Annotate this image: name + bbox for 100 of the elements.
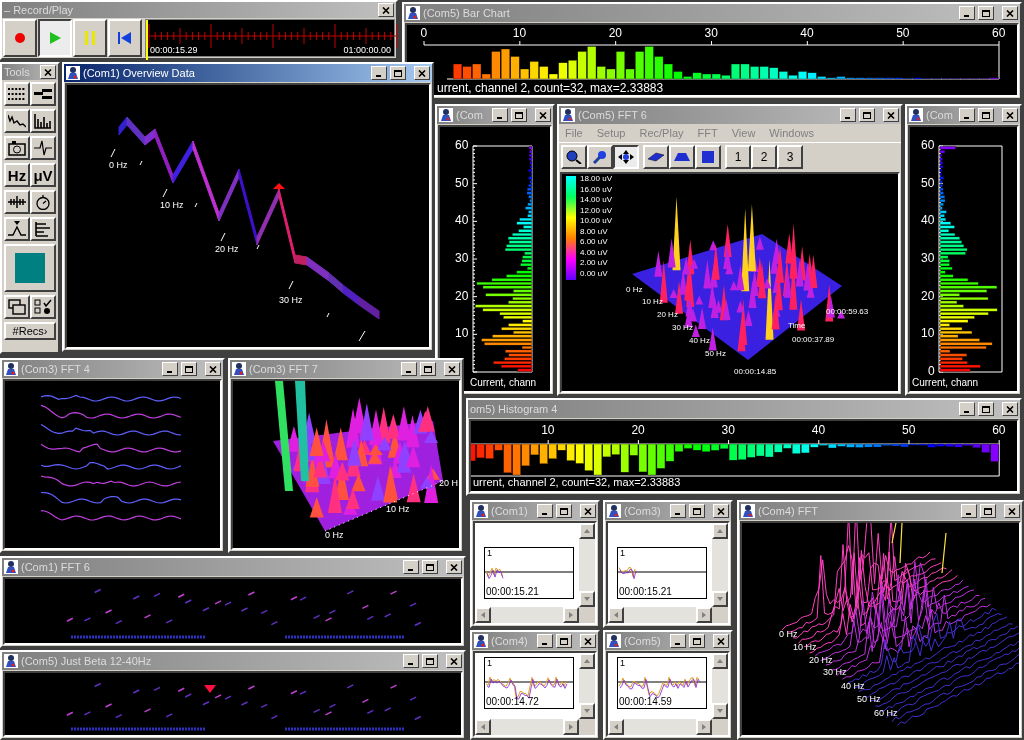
tool-button[interactable] [30,136,56,160]
maximize-button[interactable] [181,362,197,376]
maximize-button[interactable] [978,108,994,122]
title-bar[interactable]: om5) Histogram 4 [468,400,1020,418]
close-button[interactable] [713,634,729,648]
menu-item[interactable]: FFT [697,127,718,139]
title-bar[interactable]: (Com3) FFT 4 [2,360,223,378]
minimize-button[interactable] [162,362,178,376]
scroll-right-button[interactable] [696,607,712,623]
unit-button[interactable]: Hz [4,163,30,187]
scroll-left-button[interactable] [475,719,491,735]
maximize-button[interactable] [859,108,875,122]
minimize-button[interactable] [403,654,419,668]
minimize-button[interactable] [959,6,975,20]
menu-item[interactable]: Setup [596,127,626,139]
scroll-down-button[interactable] [579,591,595,607]
minimize-button[interactable] [670,634,686,648]
maximize-button[interactable] [422,560,438,574]
tool-button[interactable] [4,136,30,160]
tool-button[interactable] [4,82,30,106]
maximize-button[interactable] [420,362,436,376]
minimize-button[interactable] [403,560,419,574]
title-bar[interactable]: (Com3) FFT 7 [230,360,462,378]
close-button[interactable] [378,3,394,17]
scroll-down-button[interactable] [712,591,728,607]
close-button[interactable] [580,634,596,648]
scroll-up-button[interactable] [579,653,595,669]
minimize-button[interactable] [670,504,686,518]
maximize-button[interactable] [422,654,438,668]
scroll-up-button[interactable] [579,523,595,539]
scroll-down-button[interactable] [579,703,595,719]
scroll-up-button[interactable] [712,523,728,539]
title-bar[interactable]: (Com1) FFT 6 [2,558,464,576]
scroll-left-button[interactable] [608,719,624,735]
horizontal-scrollbar[interactable] [475,719,579,735]
close-button[interactable] [535,108,551,122]
close-button[interactable] [713,504,729,518]
close-button[interactable] [40,65,56,79]
close-button[interactable] [205,362,221,376]
scroll-left-button[interactable] [475,607,491,623]
play-button[interactable] [38,19,72,57]
title-bar[interactable]: (Com [907,106,1020,124]
tool-button[interactable] [4,217,30,241]
close-button[interactable] [414,66,430,80]
title-bar[interactable]: (Com5) Bar Chart [404,4,1020,22]
tool-button[interactable] [4,109,30,133]
vertical-scrollbar[interactable] [712,653,728,719]
view-tool-button[interactable] [613,145,639,169]
tool-button[interactable] [30,109,56,133]
maximize-button[interactable] [978,402,994,416]
close-button[interactable] [444,362,460,376]
rewind-button[interactable] [108,19,142,57]
horizontal-scrollbar[interactable] [608,719,712,735]
maximize-button[interactable] [390,66,406,80]
record-button[interactable] [3,19,37,57]
maximize-button[interactable] [689,634,705,648]
menu-item[interactable]: Windows [769,127,814,139]
close-button[interactable] [1002,6,1018,20]
title-bar[interactable]: (Com1) [472,502,598,520]
close-button[interactable] [580,504,596,518]
close-button[interactable] [1004,504,1020,518]
title-bar[interactable]: (Com3) [605,502,731,520]
page-button[interactable]: 3 [777,145,803,169]
scroll-left-button[interactable] [608,607,624,623]
tool-button[interactable] [4,190,30,214]
vertical-scrollbar[interactable] [579,653,595,719]
horizontal-scrollbar[interactable] [475,607,579,623]
minimize-button[interactable] [840,108,856,122]
scroll-up-button[interactable] [712,653,728,669]
menu-item[interactable]: Rec/Play [639,127,684,139]
maximize-button[interactable] [980,504,996,518]
title-bar[interactable]: Tools [2,64,58,80]
color-button[interactable] [4,244,56,292]
page-button[interactable]: 1 [725,145,751,169]
title-bar[interactable]: (Com5) FFT 6 [559,106,901,124]
maximize-button[interactable] [689,504,705,518]
tool-button[interactable] [4,295,30,319]
minimize-button[interactable] [492,108,508,122]
title-bar[interactable]: (Com5) [605,632,731,650]
title-bar[interactable]: (Com5) Just Beta 12-40Hz [2,652,464,670]
close-button[interactable] [1002,402,1018,416]
minimize-button[interactable] [371,66,387,80]
minimize-button[interactable] [401,362,417,376]
scroll-right-button[interactable] [696,719,712,735]
menu-item[interactable]: File [565,127,583,139]
scroll-right-button[interactable] [563,607,579,623]
maximize-button[interactable] [978,6,994,20]
vertical-scrollbar[interactable] [712,523,728,607]
vertical-scrollbar[interactable] [579,523,595,607]
scroll-right-button[interactable] [563,719,579,735]
minimize-button[interactable] [959,402,975,416]
maximize-button[interactable] [511,108,527,122]
title-bar[interactable]: (Com4) FFT [739,502,1022,520]
title-bar[interactable]: (Com1) Overview Data [64,64,432,82]
maximize-button[interactable] [556,504,572,518]
pause-button[interactable] [73,19,107,57]
minimize-button[interactable] [959,108,975,122]
maximize-button[interactable] [556,634,572,648]
close-button[interactable] [883,108,899,122]
tool-button[interactable] [30,82,56,106]
